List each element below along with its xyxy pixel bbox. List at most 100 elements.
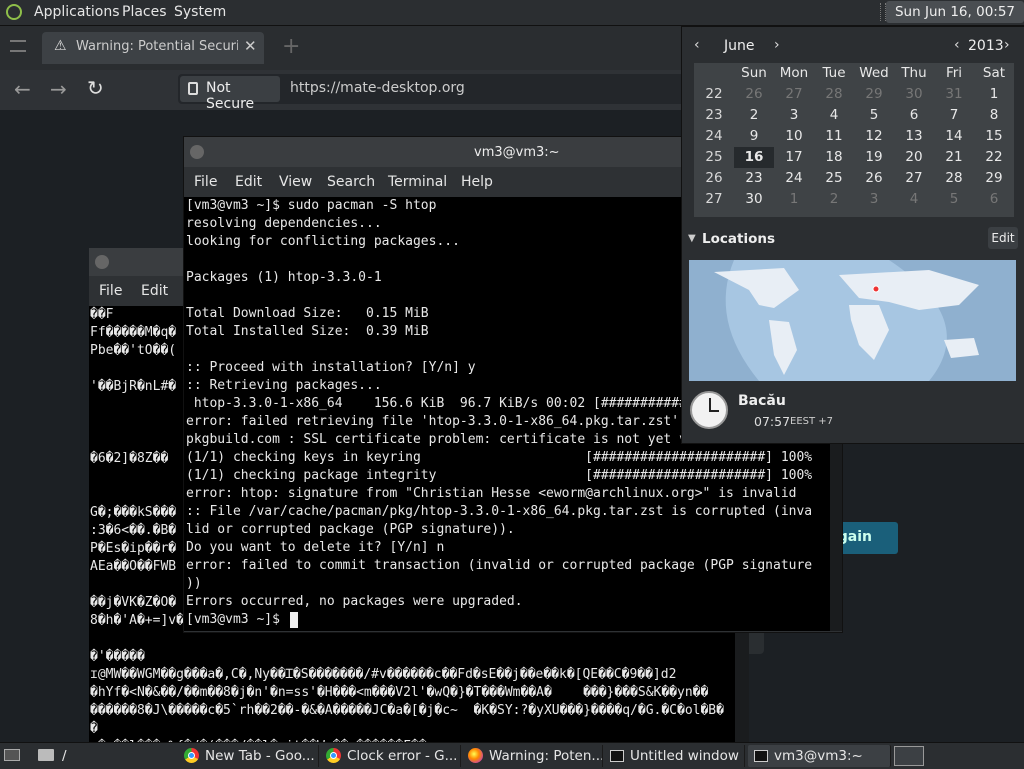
tab-title: Warning: Potential Security	[76, 39, 238, 54]
calendar-day[interactable]: 19	[854, 147, 894, 168]
calendar-day[interactable]: 22	[974, 147, 1014, 168]
next-year-icon[interactable]: ›	[1004, 37, 1010, 53]
task-untitled[interactable]: Untitled window	[604, 745, 745, 767]
menu-edit[interactable]: Edit	[235, 174, 262, 190]
calendar-day[interactable]: 18	[814, 147, 854, 168]
url-text[interactable]: https://mate-desktop.org	[290, 80, 465, 96]
expander-icon[interactable]: ▼	[688, 233, 696, 244]
new-tab-icon[interactable]: +	[282, 34, 300, 59]
calendar-day[interactable]: 15	[974, 126, 1014, 147]
calendar-day[interactable]: 29	[974, 168, 1014, 189]
weekday-header: Fri	[945, 65, 963, 81]
back-icon[interactable]: ←	[14, 77, 31, 101]
close-tab-icon[interactable]: ✕	[244, 37, 257, 55]
calendar-day[interactable]: 17	[774, 147, 814, 168]
calendar-day[interactable]: 14	[934, 126, 974, 147]
places-menu[interactable]: Places	[122, 4, 167, 20]
calendar-day[interactable]: 27	[774, 84, 814, 105]
calendar-day[interactable]: 31	[934, 84, 974, 105]
terminal-cursor	[290, 612, 298, 628]
calendar-day[interactable]: 12	[854, 126, 894, 147]
calendar-day[interactable]: 29	[854, 84, 894, 105]
workspace-switcher[interactable]	[894, 746, 924, 766]
edit-button[interactable]: Edit	[988, 227, 1018, 249]
analog-clock-icon	[690, 391, 728, 429]
calendar-day[interactable]: 13	[894, 126, 934, 147]
terminal-line: �hYf�<N�&��/��m��8�j�n'�n=ss'�H���<m���V…	[90, 685, 709, 700]
weekday-header: Sun	[741, 65, 767, 81]
calendar-day[interactable]: 26	[854, 168, 894, 189]
calendar-day[interactable]: 24	[774, 168, 814, 189]
menu-help[interactable]: Help	[461, 174, 493, 190]
calendar-day[interactable]: 28	[934, 168, 974, 189]
locations-label[interactable]: Locations	[702, 231, 775, 247]
task-terminal[interactable]: vm3@vm3:~	[748, 745, 891, 767]
calendar-day[interactable]: 9	[734, 126, 774, 147]
calendar-day[interactable]: 4	[894, 189, 934, 210]
terminal-icon	[754, 750, 768, 762]
terminal-line: ))	[186, 576, 202, 591]
prev-year-icon[interactable]: ‹	[954, 37, 960, 53]
window-menu-icon[interactable]	[95, 255, 109, 269]
menu-edit[interactable]: Edit	[141, 283, 168, 299]
reload-icon[interactable]: ↻	[87, 76, 104, 100]
firefox-tab[interactable]: ⚠ Warning: Potential Security ✕	[42, 32, 264, 64]
calendar-day[interactable]: 25	[814, 168, 854, 189]
calendar-day[interactable]: 2	[814, 189, 854, 210]
calendar-day[interactable]: 20	[894, 147, 934, 168]
weekday-header: Thu	[901, 65, 927, 81]
calendar-day[interactable]: 1	[774, 189, 814, 210]
terminal-line: ɪ@MW��WGM��g���a�,C�,Ny��Ɪ�S�������/#v��…	[90, 667, 677, 682]
folder-path[interactable]: /	[62, 748, 67, 764]
calendar-day[interactable]: 28	[814, 84, 854, 105]
menu-file[interactable]: File	[194, 174, 217, 190]
terminal-line: [vm3@vm3 ~]$	[186, 612, 288, 627]
calendar-day[interactable]: 26	[734, 84, 774, 105]
calendar-day[interactable]: 3	[854, 189, 894, 210]
calendar-day[interactable]: 6	[894, 105, 934, 126]
clock-button[interactable]: Sun Jun 16, 00:57	[886, 1, 1024, 23]
show-desktop-icon[interactable]	[4, 749, 20, 761]
calendar-day[interactable]: 30	[734, 189, 774, 210]
window-menu-icon[interactable]	[190, 145, 204, 159]
calendar-day[interactable]: 3	[774, 105, 814, 126]
calendar-day[interactable]: 8	[974, 105, 1014, 126]
location-city[interactable]: Bacău	[738, 393, 786, 409]
menu-view[interactable]: View	[279, 174, 312, 190]
task-firefox[interactable]: Warning: Poten...	[462, 745, 603, 767]
system-menu[interactable]: System	[174, 4, 226, 20]
task-new-tab[interactable]: New Tab - Goo...	[178, 745, 319, 767]
not-secure-badge[interactable]: Not Secure	[180, 76, 280, 112]
calendar-day[interactable]: 6	[974, 189, 1014, 210]
calendar-day[interactable]: 21	[934, 147, 974, 168]
weekday-header: Wed	[859, 65, 889, 81]
calendar-day[interactable]: 11	[814, 126, 854, 147]
world-map	[689, 260, 1016, 381]
prev-month-icon[interactable]: ‹	[694, 37, 700, 53]
mate-logo-icon[interactable]	[6, 4, 22, 20]
next-month-icon[interactable]: ›	[774, 37, 780, 53]
applications-menu[interactable]: Applications	[34, 4, 120, 20]
task-clock-error[interactable]: Clock error - G...	[320, 745, 461, 767]
calendar-day[interactable]: 10	[774, 126, 814, 147]
menu-file[interactable]: File	[99, 283, 122, 299]
calendar-day[interactable]: 27	[894, 168, 934, 189]
task-label: Untitled window	[630, 748, 739, 764]
terminal-line: Do you want to delete it? [Y/n] n	[186, 540, 445, 555]
calendar-day[interactable]: 1	[974, 84, 1014, 105]
menu-search[interactable]: Search	[327, 174, 375, 190]
warning-icon: ⚠	[54, 38, 67, 54]
calendar-year: 2013	[968, 38, 1004, 54]
terminal-line: �	[90, 721, 98, 736]
calendar-day-today[interactable]: 16	[734, 147, 774, 168]
calendar-day[interactable]: 30	[894, 84, 934, 105]
calendar-day[interactable]: 5	[854, 105, 894, 126]
calendar-day[interactable]: 4	[814, 105, 854, 126]
calendar-day[interactable]: 2	[734, 105, 774, 126]
calendar-day[interactable]: 5	[934, 189, 974, 210]
menu-terminal[interactable]: Terminal	[388, 174, 447, 190]
calendar-day[interactable]: 23	[734, 168, 774, 189]
list-all-tabs-icon[interactable]	[10, 40, 26, 52]
forward-icon[interactable]: →	[50, 77, 67, 101]
calendar-day[interactable]: 7	[934, 105, 974, 126]
